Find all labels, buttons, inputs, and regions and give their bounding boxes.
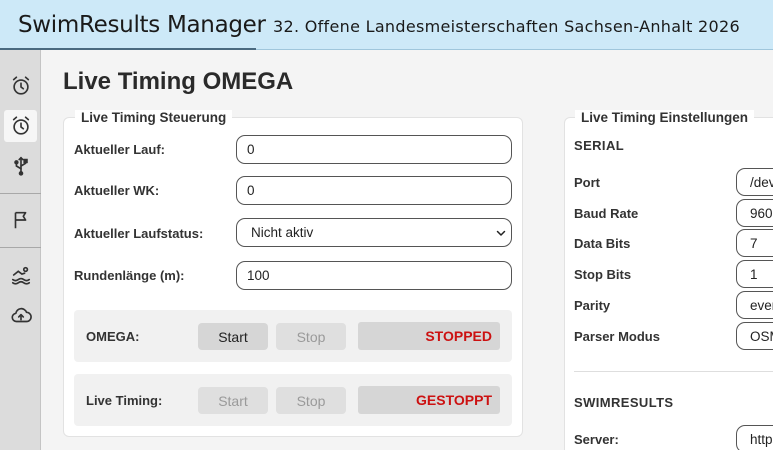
sidebar-item-swimmer[interactable] [4,259,37,291]
swimresults-section-heading: SWIMRESULTS [574,395,674,410]
server-input[interactable]: https [736,425,773,450]
data-bits-label: Data Bits [574,236,631,251]
app-header: SwimResults Manager 32. Offene Landesmei… [0,0,773,50]
heat-status-label: Aktueller Laufstatus: [74,226,204,241]
sidebar-item-live-timing[interactable] [4,110,37,142]
usb-icon [13,156,28,176]
current-event-input[interactable]: 0 [236,176,512,205]
sidebar-separator [0,247,41,248]
baud-rate-input[interactable]: 9600 [736,199,773,227]
card-legend: Live Timing Steuerung [75,110,233,125]
sidebar-item-timing[interactable] [4,70,37,102]
omega-stop-button[interactable]: Stop [276,323,346,350]
lap-length-label: Rundenlänge (m): [74,268,185,283]
serial-section-heading: SERIAL [574,138,625,153]
live-timing-start-button[interactable]: Start [198,387,268,414]
omega-status-badge: STOPPED [358,322,500,350]
parser-mode-select[interactable]: OSM [736,322,773,350]
alarm-clock-icon [12,116,29,135]
parity-select[interactable]: even [736,291,773,319]
page-title: Live Timing OMEGA [63,68,294,95]
current-event-label: Aktueller WK: [74,183,160,198]
baud-rate-label: Baud Rate [574,206,639,221]
cloud-upload-icon [10,307,32,323]
parity-label: Parity [574,298,611,313]
swimmer-icon [11,266,30,285]
card-legend: Live Timing Einstellungen [575,110,755,125]
sidebar-separator [0,193,41,194]
app-title[interactable]: SwimResults Manager [18,12,266,38]
data-bits-input[interactable]: 7 [736,229,773,257]
port-label: Port [574,175,600,190]
sidebar-item-usb[interactable] [4,150,37,182]
section-divider [574,371,773,372]
server-label: Server: [574,432,619,447]
heat-status-value: Nicht aktiv [251,225,314,240]
heat-status-select[interactable]: Nicht aktiv [236,218,512,247]
lap-length-input[interactable]: 100 [236,261,512,290]
live-timing-stop-button[interactable]: Stop [276,387,346,414]
current-heat-input[interactable]: 0 [236,135,512,164]
live-timing-label: Live Timing: [86,393,163,408]
stop-bits-label: Stop Bits [574,267,632,282]
sidebar-item-cloud-upload[interactable] [4,300,37,332]
sidebar-item-flag[interactable] [4,204,37,236]
live-timing-control-panel: Live Timing: Start Stop GESTOPPT [74,374,512,426]
sidebar [0,50,41,450]
flag-icon [14,211,26,229]
chevron-down-icon [496,230,506,236]
omega-label: OMEGA: [86,329,140,344]
alarm-clock-icon [12,76,29,95]
stop-bits-input[interactable]: 1 [736,260,773,288]
omega-start-button[interactable]: Start [198,323,268,350]
parser-mode-label: Parser Modus [574,329,660,344]
current-heat-label: Aktueller Lauf: [74,142,166,157]
live-timing-status-badge: GESTOPPT [358,386,500,414]
omega-control-panel: OMEGA: Start Stop STOPPED [74,310,512,362]
port-input[interactable]: /dev [736,168,773,196]
event-title: 32. Offene Landesmeisterschaften Sachsen… [273,17,740,36]
